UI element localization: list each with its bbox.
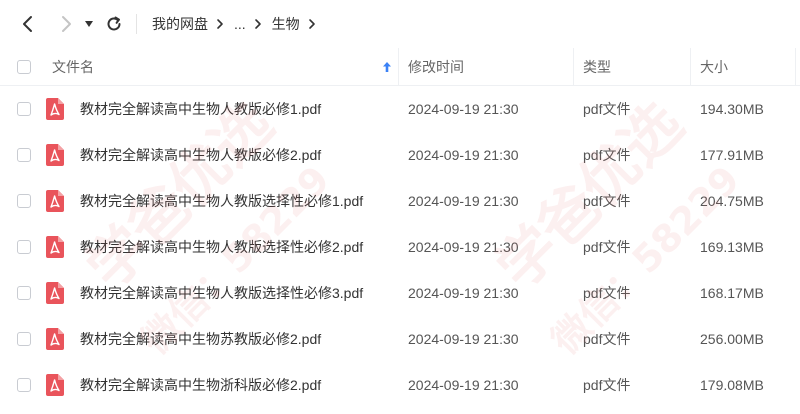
toolbar: 我的网盘 ... 生物: [0, 0, 800, 48]
history-dropdown-button[interactable]: [82, 14, 96, 34]
breadcrumb-current[interactable]: 生物: [272, 14, 300, 34]
chevron-left-icon: [23, 16, 32, 32]
file-type: pdf文件: [583, 193, 631, 209]
file-name[interactable]: 教材完全解读高中生物人教版选择性必修3.pdf: [80, 270, 363, 316]
file-size: 169.13MB: [700, 239, 764, 255]
column-divider[interactable]: [573, 48, 574, 86]
pdf-file-icon: [46, 144, 64, 166]
breadcrumb: 我的网盘 ... 生物: [152, 14, 326, 34]
column-header-name[interactable]: 文件名: [52, 48, 398, 86]
column-header-type[interactable]: 类型: [583, 48, 611, 86]
file-type: pdf文件: [583, 101, 631, 117]
row-checkbox[interactable]: [17, 332, 31, 346]
column-header-modified-label: 修改时间: [408, 59, 464, 75]
row-checkbox[interactable]: [17, 148, 31, 162]
file-modified: 2024-09-19 21:30: [408, 239, 519, 255]
chevron-right-icon: [216, 18, 224, 30]
row-checkbox[interactable]: [17, 286, 31, 300]
file-row[interactable]: 教材完全解读高中生物人教版选择性必修3.pdf 2024-09-19 21:30…: [0, 270, 800, 316]
file-size: 177.91MB: [700, 147, 764, 163]
row-checkbox[interactable]: [17, 194, 31, 208]
pdf-file-icon: [46, 236, 64, 258]
chevron-right-icon: [308, 18, 316, 30]
file-type: pdf文件: [583, 285, 631, 301]
file-size: 256.00MB: [700, 331, 764, 347]
file-size: 168.17MB: [700, 285, 764, 301]
file-name[interactable]: 教材完全解读高中生物苏教版必修2.pdf: [80, 316, 321, 362]
pdf-file-icon: [46, 190, 64, 212]
column-header-type-label: 类型: [583, 59, 611, 75]
file-type: pdf文件: [583, 239, 631, 255]
pdf-file-icon: [46, 374, 64, 396]
file-size: 204.75MB: [700, 193, 764, 209]
file-modified: 2024-09-19 21:30: [408, 285, 519, 301]
file-type: pdf文件: [583, 331, 631, 347]
file-name[interactable]: 教材完全解读高中生物人教版必修1.pdf: [80, 86, 321, 132]
back-button[interactable]: [18, 14, 38, 34]
file-size: 179.08MB: [700, 377, 764, 393]
file-row[interactable]: 教材完全解读高中生物人教版选择性必修2.pdf 2024-09-19 21:30…: [0, 224, 800, 270]
file-size: 194.30MB: [700, 101, 764, 117]
row-checkbox[interactable]: [17, 102, 31, 116]
column-divider[interactable]: [690, 48, 691, 86]
column-header-size-label: 大小: [700, 59, 728, 75]
file-name[interactable]: 教材完全解读高中生物浙科版必修2.pdf: [80, 362, 321, 408]
file-name[interactable]: 教材完全解读高中生物人教版选择性必修2.pdf: [80, 224, 363, 270]
select-all-cell: [17, 48, 31, 86]
pdf-file-icon: [46, 98, 64, 120]
file-name[interactable]: 教材完全解读高中生物人教版必修2.pdf: [80, 132, 321, 178]
sort-asc-icon: [383, 62, 391, 72]
toolbar-divider: [136, 14, 137, 34]
pdf-file-icon: [46, 282, 64, 304]
file-type: pdf文件: [583, 377, 631, 393]
row-checkbox[interactable]: [17, 378, 31, 392]
file-row[interactable]: 教材完全解读高中生物人教版选择性必修1.pdf 2024-09-19 21:30…: [0, 178, 800, 224]
refresh-icon: [107, 16, 121, 31]
file-name[interactable]: 教材完全解读高中生物人教版选择性必修1.pdf: [80, 178, 363, 224]
file-modified: 2024-09-19 21:30: [408, 147, 519, 163]
chevron-right-icon: [254, 18, 262, 30]
column-divider[interactable]: [795, 48, 796, 86]
select-all-checkbox[interactable]: [17, 60, 31, 74]
file-type: pdf文件: [583, 147, 631, 163]
file-modified: 2024-09-19 21:30: [408, 193, 519, 209]
chevron-right-icon: [62, 16, 71, 32]
file-row[interactable]: 教材完全解读高中生物浙科版必修2.pdf 2024-09-19 21:30 pd…: [0, 362, 800, 408]
caret-down-icon: [85, 21, 93, 27]
forward-button[interactable]: [56, 14, 76, 34]
column-header-size[interactable]: 大小: [700, 48, 728, 86]
file-modified: 2024-09-19 21:30: [408, 101, 519, 117]
file-row[interactable]: 教材完全解读高中生物苏教版必修2.pdf 2024-09-19 21:30 pd…: [0, 316, 800, 362]
file-modified: 2024-09-19 21:30: [408, 331, 519, 347]
column-header-modified[interactable]: 修改时间: [408, 48, 464, 86]
file-row[interactable]: 教材完全解读高中生物人教版必修2.pdf 2024-09-19 21:30 pd…: [0, 132, 800, 178]
breadcrumb-root[interactable]: 我的网盘: [152, 14, 208, 34]
breadcrumb-ellipsis[interactable]: ...: [234, 16, 246, 32]
file-modified: 2024-09-19 21:30: [408, 377, 519, 393]
refresh-button[interactable]: [104, 14, 124, 34]
row-checkbox[interactable]: [17, 240, 31, 254]
file-row[interactable]: 教材完全解读高中生物人教版必修1.pdf 2024-09-19 21:30 pd…: [0, 86, 800, 132]
file-list-header: 文件名 修改时间 类型 大小: [0, 48, 800, 86]
column-divider[interactable]: [398, 48, 399, 86]
pdf-file-icon: [46, 328, 64, 350]
column-header-name-label: 文件名: [52, 59, 94, 75]
